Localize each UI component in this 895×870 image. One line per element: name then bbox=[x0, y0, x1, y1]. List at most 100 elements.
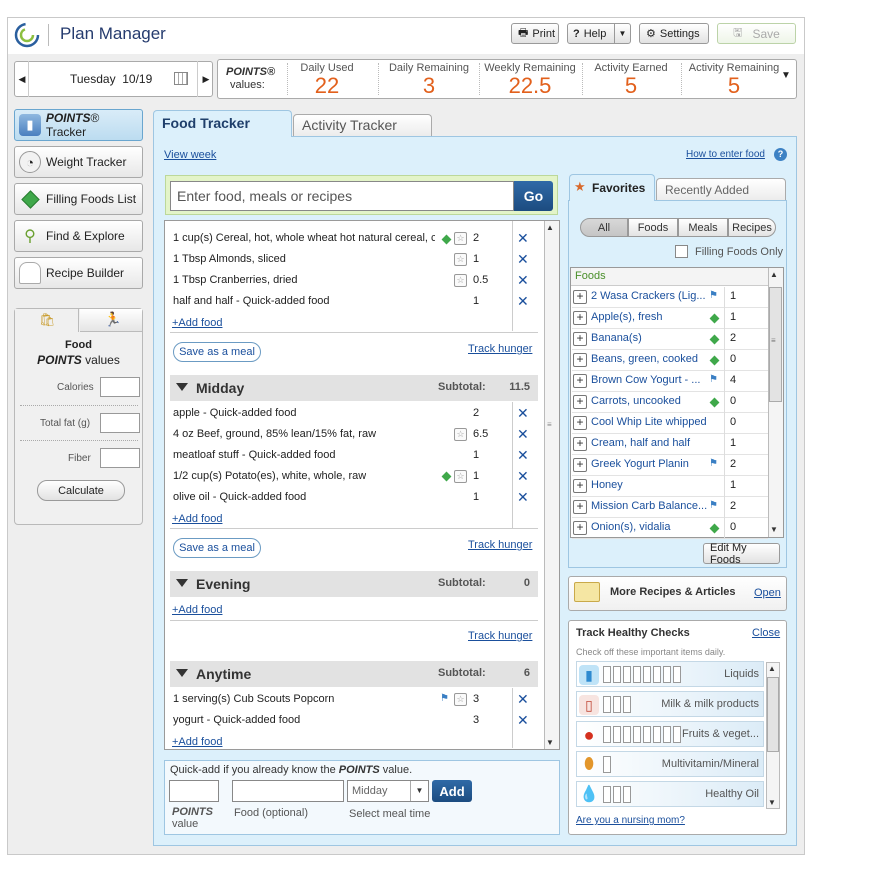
healthy-checkbox[interactable] bbox=[643, 666, 651, 683]
scroll-up-arrow[interactable]: ▲ bbox=[768, 664, 776, 673]
favorite-food-name[interactable]: Banana(s) bbox=[591, 332, 707, 344]
settings-button[interactable]: ⚙ Settings bbox=[639, 23, 709, 44]
fiber-input[interactable] bbox=[100, 448, 140, 468]
add-food-link[interactable]: +Add food bbox=[172, 736, 222, 748]
prev-day-arrow[interactable]: ◀ bbox=[15, 61, 29, 97]
healthy-checkbox[interactable] bbox=[623, 726, 631, 743]
add-favorite-icon[interactable]: + bbox=[573, 479, 587, 493]
track-hunger-link[interactable]: Track hunger bbox=[468, 343, 532, 355]
save-as-meal-button[interactable]: Save as a meal bbox=[173, 538, 261, 558]
add-favorite-icon[interactable]: + bbox=[573, 332, 587, 346]
meal-section-evening[interactable]: Evening Subtotal: 0 bbox=[170, 571, 538, 597]
healthy-checkbox[interactable] bbox=[623, 786, 631, 803]
food-list-scrollbar[interactable] bbox=[544, 221, 559, 749]
meal-time-select[interactable]: Midday ▼ bbox=[347, 780, 429, 802]
favorite-food-name[interactable]: Carrots, uncooked bbox=[591, 395, 707, 407]
favorite-food-name[interactable]: Cream, half and half bbox=[591, 437, 707, 449]
delete-icon[interactable]: ✕ bbox=[517, 489, 529, 506]
scroll-up-arrow[interactable]: ▲ bbox=[770, 270, 778, 279]
favorite-star-icon[interactable]: ☆ bbox=[454, 693, 467, 706]
delete-icon[interactable]: ✕ bbox=[517, 405, 529, 422]
go-button[interactable]: Go bbox=[514, 181, 553, 211]
filter-meals[interactable]: Meals bbox=[678, 218, 728, 237]
add-food-link[interactable]: +Add food bbox=[172, 513, 222, 525]
add-favorite-icon[interactable]: + bbox=[573, 521, 587, 535]
next-day-arrow[interactable]: ▶ bbox=[199, 61, 213, 97]
healthy-checkbox[interactable] bbox=[603, 696, 611, 713]
quick-add-points-input[interactable] bbox=[169, 780, 219, 802]
calories-input[interactable] bbox=[100, 377, 140, 397]
add-food-link[interactable]: +Add food bbox=[172, 317, 222, 329]
total-fat-input[interactable] bbox=[100, 413, 140, 433]
nav-points-tracker[interactable]: ▮ POINTS® Tracker bbox=[14, 109, 143, 141]
open-recipes-link[interactable]: Open bbox=[754, 587, 781, 599]
healthy-checkbox[interactable] bbox=[613, 696, 621, 713]
filter-all[interactable]: All bbox=[580, 218, 628, 237]
favorite-food-name[interactable]: Onion(s), vidalia bbox=[591, 521, 707, 533]
add-favorite-icon[interactable]: + bbox=[573, 290, 587, 304]
meal-section-midday[interactable]: Midday Subtotal: 11.5 bbox=[170, 375, 538, 401]
delete-icon[interactable]: ✕ bbox=[517, 447, 529, 464]
nav-filling-foods[interactable]: Filling Foods List bbox=[14, 183, 143, 215]
points-expand-arrow[interactable]: ▼ bbox=[781, 70, 791, 81]
delete-icon[interactable]: ✕ bbox=[517, 272, 529, 289]
info-icon[interactable]: ? bbox=[774, 148, 787, 161]
healthy-checkbox[interactable] bbox=[613, 666, 621, 683]
healthy-checkbox[interactable] bbox=[653, 666, 661, 683]
scroll-thumb[interactable] bbox=[767, 677, 779, 752]
filter-foods[interactable]: Foods bbox=[628, 218, 678, 237]
add-favorite-icon[interactable]: + bbox=[573, 500, 587, 514]
filling-only-checkbox[interactable] bbox=[675, 245, 688, 258]
quick-add-food-input[interactable] bbox=[232, 780, 344, 802]
food-search-input[interactable]: Enter food, meals or recipes bbox=[170, 181, 514, 211]
healthy-checkbox[interactable] bbox=[623, 666, 631, 683]
nav-recipe-builder[interactable]: Recipe Builder bbox=[14, 257, 143, 289]
healthy-checkbox[interactable] bbox=[613, 786, 621, 803]
delete-icon[interactable]: ✕ bbox=[517, 468, 529, 485]
favorite-food-name[interactable]: Cool Whip Lite whipped t... bbox=[591, 416, 707, 428]
favorite-food-name[interactable]: Honey bbox=[591, 479, 707, 491]
chevron-down-icon[interactable]: ▼ bbox=[410, 781, 428, 801]
healthy-checkbox[interactable] bbox=[663, 666, 671, 683]
healthy-checkbox[interactable] bbox=[613, 726, 621, 743]
delete-icon[interactable]: ✕ bbox=[517, 230, 529, 247]
healthy-checkbox[interactable] bbox=[603, 756, 611, 773]
delete-icon[interactable]: ✕ bbox=[517, 691, 529, 708]
nav-find-explore[interactable]: ⚲ Find & Explore bbox=[14, 220, 143, 252]
favorite-food-name[interactable]: Mission Carb Balance... bbox=[591, 500, 707, 512]
add-favorite-icon[interactable]: + bbox=[573, 353, 587, 367]
favorite-star-icon[interactable]: ☆ bbox=[454, 428, 467, 441]
favorite-food-name[interactable]: Brown Cow Yogurt - ... bbox=[591, 374, 707, 386]
add-favorite-icon[interactable]: + bbox=[573, 437, 587, 451]
calendar-icon[interactable] bbox=[174, 72, 188, 85]
scroll-down-arrow[interactable]: ▼ bbox=[768, 798, 776, 807]
healthy-checkbox[interactable] bbox=[633, 726, 641, 743]
collapse-triangle-icon[interactable] bbox=[176, 383, 188, 391]
healthy-checkbox[interactable] bbox=[663, 726, 671, 743]
filter-recipes[interactable]: Recipes bbox=[728, 218, 776, 237]
nursing-mom-link[interactable]: Are you a nursing mom? bbox=[576, 815, 685, 826]
tab-favorites[interactable]: ★ Favorites bbox=[569, 174, 655, 201]
favorite-food-name[interactable]: Beans, green, cooked bbox=[591, 353, 707, 365]
save-as-meal-button[interactable]: Save as a meal bbox=[173, 342, 261, 362]
healthy-checkbox[interactable] bbox=[623, 696, 631, 713]
add-favorite-icon[interactable]: + bbox=[573, 416, 587, 430]
favorite-star-icon[interactable]: ☆ bbox=[454, 470, 467, 483]
track-hunger-link[interactable]: Track hunger bbox=[468, 539, 532, 551]
favorite-food-name[interactable]: 2 Wasa Crackers (Lig... bbox=[591, 290, 707, 302]
add-food-link[interactable]: +Add food bbox=[172, 604, 222, 616]
healthy-checkbox[interactable] bbox=[603, 786, 611, 803]
tab-activity-tracker[interactable]: Activity Tracker bbox=[293, 114, 432, 136]
scroll-up-arrow[interactable]: ▲ bbox=[546, 223, 554, 232]
view-week-link[interactable]: View week bbox=[164, 149, 216, 161]
help-button[interactable]: ? Help ▼ bbox=[567, 23, 631, 44]
tab-food-tracker[interactable]: Food Tracker bbox=[153, 110, 292, 137]
scroll-down-arrow[interactable]: ▼ bbox=[770, 525, 778, 534]
how-to-enter-food-link[interactable]: How to enter food bbox=[686, 149, 765, 160]
close-healthy-link[interactable]: Close bbox=[752, 627, 780, 639]
save-button[interactable]: 🖫 Save bbox=[717, 23, 796, 44]
tab-activity-calc[interactable]: 🏃 bbox=[80, 309, 142, 332]
tab-food-calc[interactable]: 🛍 bbox=[15, 309, 79, 332]
delete-icon[interactable]: ✕ bbox=[517, 251, 529, 268]
calculate-button[interactable]: Calculate bbox=[37, 480, 125, 501]
